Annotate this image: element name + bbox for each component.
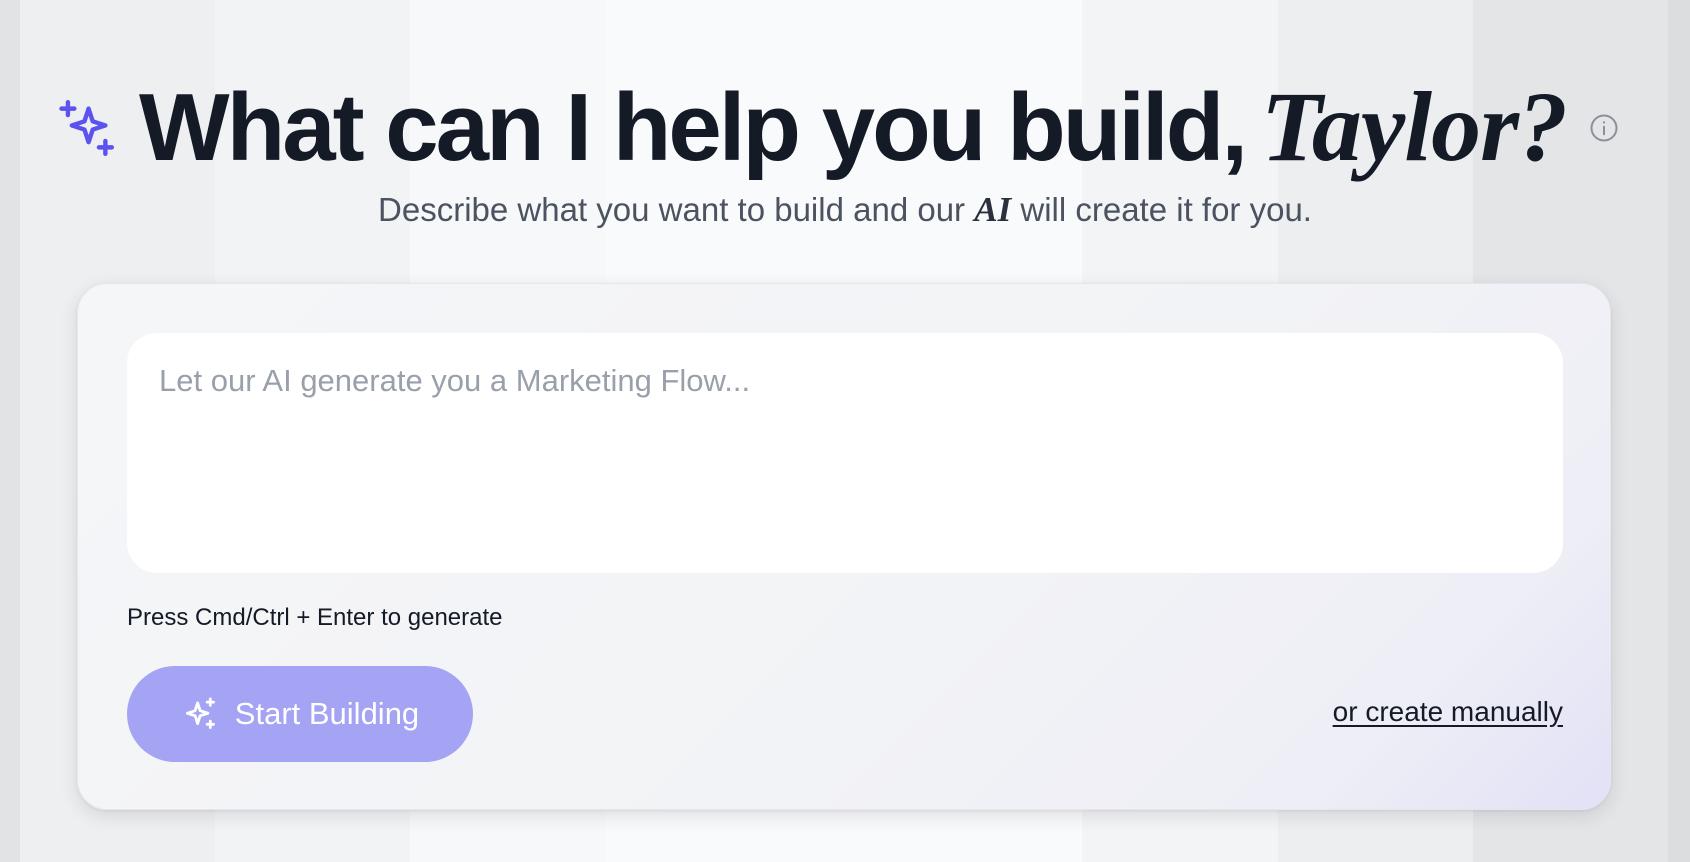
subtitle-ai: AI [974, 190, 1012, 229]
user-name: Taylor? [1261, 71, 1568, 182]
info-icon[interactable] [1588, 112, 1620, 144]
title-row: What can I help you build, Taylor? [55, 72, 1568, 182]
start-building-button[interactable]: Start Building [127, 666, 473, 762]
sparkles-icon [55, 97, 117, 159]
prompt-input[interactable] [127, 333, 1563, 573]
prompt-card: Press Cmd/Ctrl + Enter to generate Start… [77, 283, 1611, 810]
page-subtitle: Describe what you want to build and our … [0, 190, 1690, 230]
page-title: What can I help you build, Taylor? [139, 77, 1568, 177]
sparkles-icon [181, 695, 219, 733]
create-manually-link[interactable]: or create manually [1333, 696, 1563, 728]
subtitle-text-end: will create it for you. [1020, 191, 1312, 228]
subtitle-text-start: Describe what you want to build and our [378, 191, 966, 228]
keyboard-hint: Press Cmd/Ctrl + Enter to generate [127, 604, 503, 631]
title-text: What can I help you build, [139, 74, 1248, 181]
start-building-label: Start Building [234, 696, 420, 731]
